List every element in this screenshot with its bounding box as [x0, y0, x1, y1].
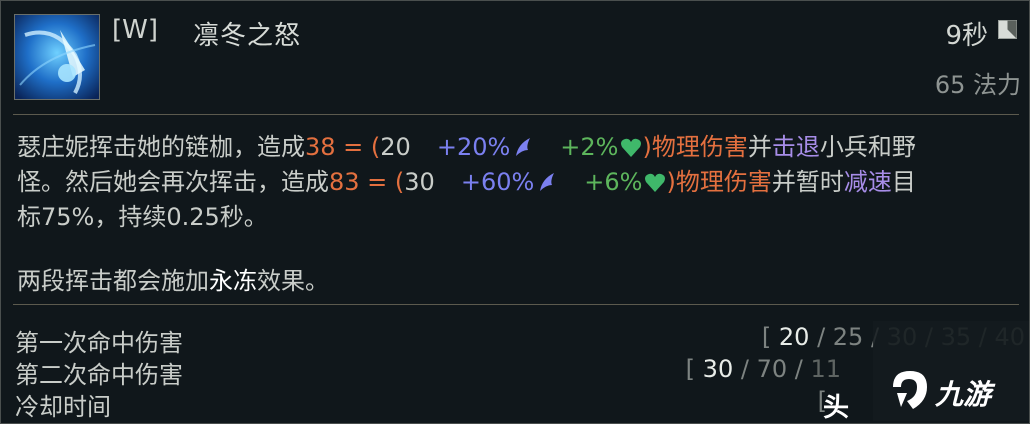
desc-text: 瑟庄妮挥击她的链枷，造成	[17, 133, 305, 161]
desc-text: 并	[747, 133, 772, 161]
ability-power-icon	[536, 169, 558, 201]
mana-cost: 65 法力	[934, 71, 1021, 99]
knockback-keyword: 击退	[771, 133, 820, 161]
desc-text: 并暂时	[771, 168, 844, 196]
tooltip-frame: [W] 凛冬之怒 9秒 65 法力 瑟庄妮挥击她的链枷，造成38 = (20 +2…	[0, 0, 1030, 424]
desc-text: 小兵和野	[819, 133, 916, 161]
watermark: 九游	[873, 359, 1023, 419]
physical-damage-label: )物理伤害	[642, 133, 748, 161]
slow-keyword: 减速	[843, 168, 892, 196]
watermark-text: 九游	[935, 378, 992, 411]
ability-description: 瑟庄妮挥击她的链枷，造成38 = (20 +20% +2%)物理伤害并击退小兵和野 …	[17, 131, 1017, 297]
divider-top	[13, 114, 1019, 115]
hp-ratio: +6%	[584, 168, 643, 196]
overlay-text: 头	[823, 393, 850, 423]
stat-value: 25	[832, 323, 864, 351]
base-damage: 20	[380, 133, 411, 161]
ap-ratio: +20%	[436, 133, 511, 161]
stat-value: 70	[756, 355, 788, 383]
damage-total: 83 = (	[329, 168, 405, 196]
divider-bottom	[13, 304, 1019, 305]
base-damage: 30	[404, 168, 435, 196]
desc-text: 两段挥击都会施加	[17, 267, 209, 295]
desc-text: 目	[891, 168, 916, 196]
ability-key: [W]	[112, 15, 158, 45]
desc-text: 怪。然后她会再次挥击，造成	[17, 168, 329, 196]
stat-current-value: 20	[778, 323, 810, 351]
stat-label: 第一次命中伤害	[15, 329, 183, 357]
hp-ratio: +2%	[560, 133, 619, 161]
desc-text: 效果。	[257, 267, 329, 295]
ability-power-icon	[512, 134, 534, 166]
cooldown-value: 9秒	[945, 21, 988, 51]
ability-name: 凛冬之怒	[193, 21, 302, 51]
cooldown-icon	[998, 20, 1017, 39]
jiuyou-logo-icon	[887, 367, 933, 417]
stat-label: 冷却时间	[15, 393, 111, 421]
desc-line-3: 标75%，持续0.25秒。	[17, 203, 268, 231]
stat-values: [ 30 / 70 / 11	[685, 355, 841, 383]
stat-label: 第二次命中伤害	[15, 361, 183, 389]
desc-paragraph-2: 两段挥击都会施加永冻效果。	[17, 265, 1017, 297]
desc-line-1: 瑟庄妮挥击她的链枷，造成38 = (20 +20% +2% )物理伤害并击退小兵和野	[17, 131, 1017, 166]
health-icon	[644, 169, 666, 201]
ap-ratio: +60%	[460, 168, 535, 196]
stat-value: 11	[810, 355, 841, 383]
frost-flail-icon	[14, 14, 100, 100]
tooltip-header: [W] 凛冬之怒 9秒 65 法力	[1, 1, 1030, 113]
health-icon	[620, 134, 642, 166]
permafrost-keyword: 永冻	[209, 267, 257, 295]
damage-total: 38 = (	[305, 133, 381, 161]
stat-current-value: 30	[702, 355, 734, 383]
desc-line-2: 怪。然后她会再次挥击，造成83 = (30 +60% +6% )物理伤害并暂时减速目	[17, 166, 1017, 201]
physical-damage-label: )物理伤害	[666, 168, 772, 196]
